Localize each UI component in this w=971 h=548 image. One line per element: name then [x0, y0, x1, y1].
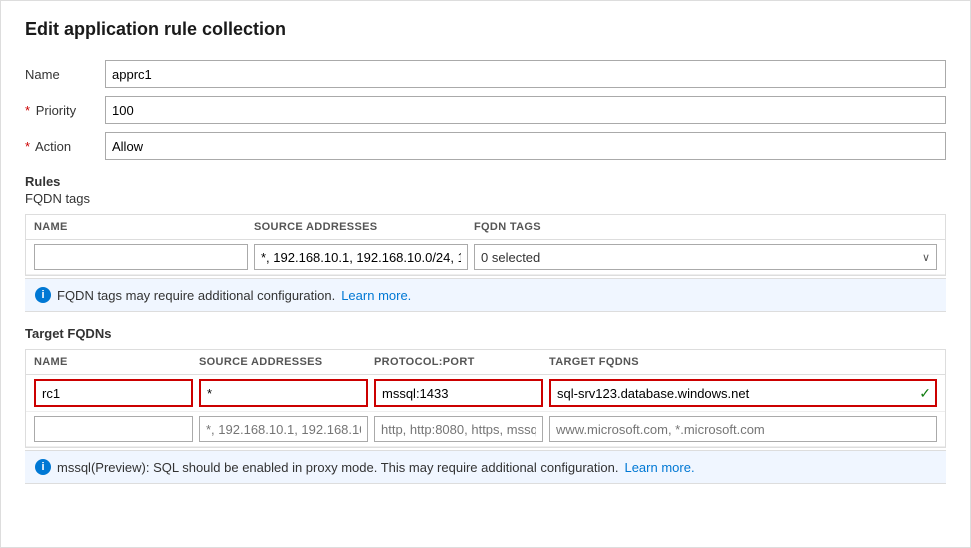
target-learn-more-link[interactable]: Learn more.: [624, 460, 694, 475]
target-row1-name-cell: ✓: [34, 379, 199, 407]
target-table-header: NAME SOURCE ADDRESSES PROTOCOL:PORT TARG…: [26, 350, 945, 375]
fqdn-row1-src-cell: [254, 244, 474, 270]
fqdn-col-tags-header: FQDN TAGS: [474, 221, 945, 233]
target-table-row-2: [26, 412, 945, 447]
target-row1-src-wrapper: ✓: [199, 379, 368, 407]
fqdn-dropdown-arrow-icon: ∨: [922, 251, 930, 264]
target-row2-target-cell: [549, 416, 937, 442]
fqdn-info-icon: i: [35, 287, 51, 303]
target-row2-target-input[interactable]: [549, 416, 937, 442]
target-row1-proto-wrapper: ✓: [374, 379, 543, 407]
target-col-proto-header: PROTOCOL:PORT: [374, 356, 549, 368]
target-row1-name-wrapper: ✓: [34, 379, 193, 407]
target-info-bar: i mssql(Preview): SQL should be enabled …: [25, 450, 946, 484]
action-required-star: *: [25, 139, 30, 154]
target-row1-target-cell: ✓: [549, 379, 937, 407]
target-fqdns-table: NAME SOURCE ADDRESSES PROTOCOL:PORT TARG…: [25, 349, 946, 448]
target-row1-target-input[interactable]: [551, 381, 915, 405]
target-col-target-header: TARGET FQDNS: [549, 356, 945, 368]
priority-label: * Priority: [25, 103, 105, 118]
target-fqdns-section-label: Target FQDNs: [25, 326, 946, 341]
target-row1-proto-cell: ✓: [374, 379, 549, 407]
priority-input[interactable]: [105, 96, 946, 124]
page-title: Edit application rule collection: [25, 19, 946, 40]
target-table-row-1: ✓ ✓ ✓ ✓: [26, 375, 945, 412]
action-input[interactable]: [105, 132, 946, 160]
priority-required-star: *: [25, 103, 30, 118]
rules-section-label: Rules: [25, 174, 946, 189]
fqdn-info-text: FQDN tags may require additional configu…: [57, 288, 335, 303]
fqdn-row1-tags-value: 0 selected: [481, 250, 922, 265]
fqdn-tags-table: NAME SOURCE ADDRESSES FQDN TAGS 0 select…: [25, 214, 946, 276]
target-row1-src-cell: ✓: [199, 379, 374, 407]
target-row1-src-input[interactable]: [201, 381, 389, 405]
target-info-text: mssql(Preview): SQL should be enabled in…: [57, 460, 618, 475]
fqdn-row1-tags-cell: 0 selected ∨: [474, 244, 937, 270]
fqdn-row1-tags-dropdown[interactable]: 0 selected ∨: [474, 244, 937, 270]
target-row1-name-input[interactable]: [36, 381, 224, 405]
target-row2-proto-input[interactable]: [374, 416, 543, 442]
fqdn-learn-more-link[interactable]: Learn more.: [341, 288, 411, 303]
fqdn-table-header: NAME SOURCE ADDRESSES FQDN TAGS: [26, 215, 945, 240]
target-col-name-header: NAME: [34, 356, 199, 368]
target-row1-target-wrapper: ✓: [549, 379, 937, 407]
target-info-icon: i: [35, 459, 51, 475]
fqdn-col-src-header: SOURCE ADDRESSES: [254, 221, 474, 233]
target-col-src-header: SOURCE ADDRESSES: [199, 356, 374, 368]
target-row1-proto-input[interactable]: [376, 381, 564, 405]
fqdn-tags-label: FQDN tags: [25, 191, 946, 206]
fqdn-col-name-header: NAME: [34, 221, 254, 233]
target-row2-src-cell: [199, 416, 374, 442]
target-row2-name-cell: [34, 416, 199, 442]
fqdn-row1-name-input[interactable]: [34, 244, 248, 270]
target-row1-target-check-icon: ✓: [915, 385, 935, 402]
fqdn-table-row-1: 0 selected ∨: [26, 240, 945, 275]
fqdn-row1-src-input[interactable]: [254, 244, 468, 270]
name-label: Name: [25, 67, 105, 82]
fqdn-row1-name-cell: [34, 244, 254, 270]
action-label: * Action: [25, 139, 105, 154]
target-row2-src-input[interactable]: [199, 416, 368, 442]
target-row2-proto-cell: [374, 416, 549, 442]
fqdn-info-bar: i FQDN tags may require additional confi…: [25, 278, 946, 312]
target-row2-name-input[interactable]: [34, 416, 193, 442]
name-input[interactable]: [105, 60, 946, 88]
